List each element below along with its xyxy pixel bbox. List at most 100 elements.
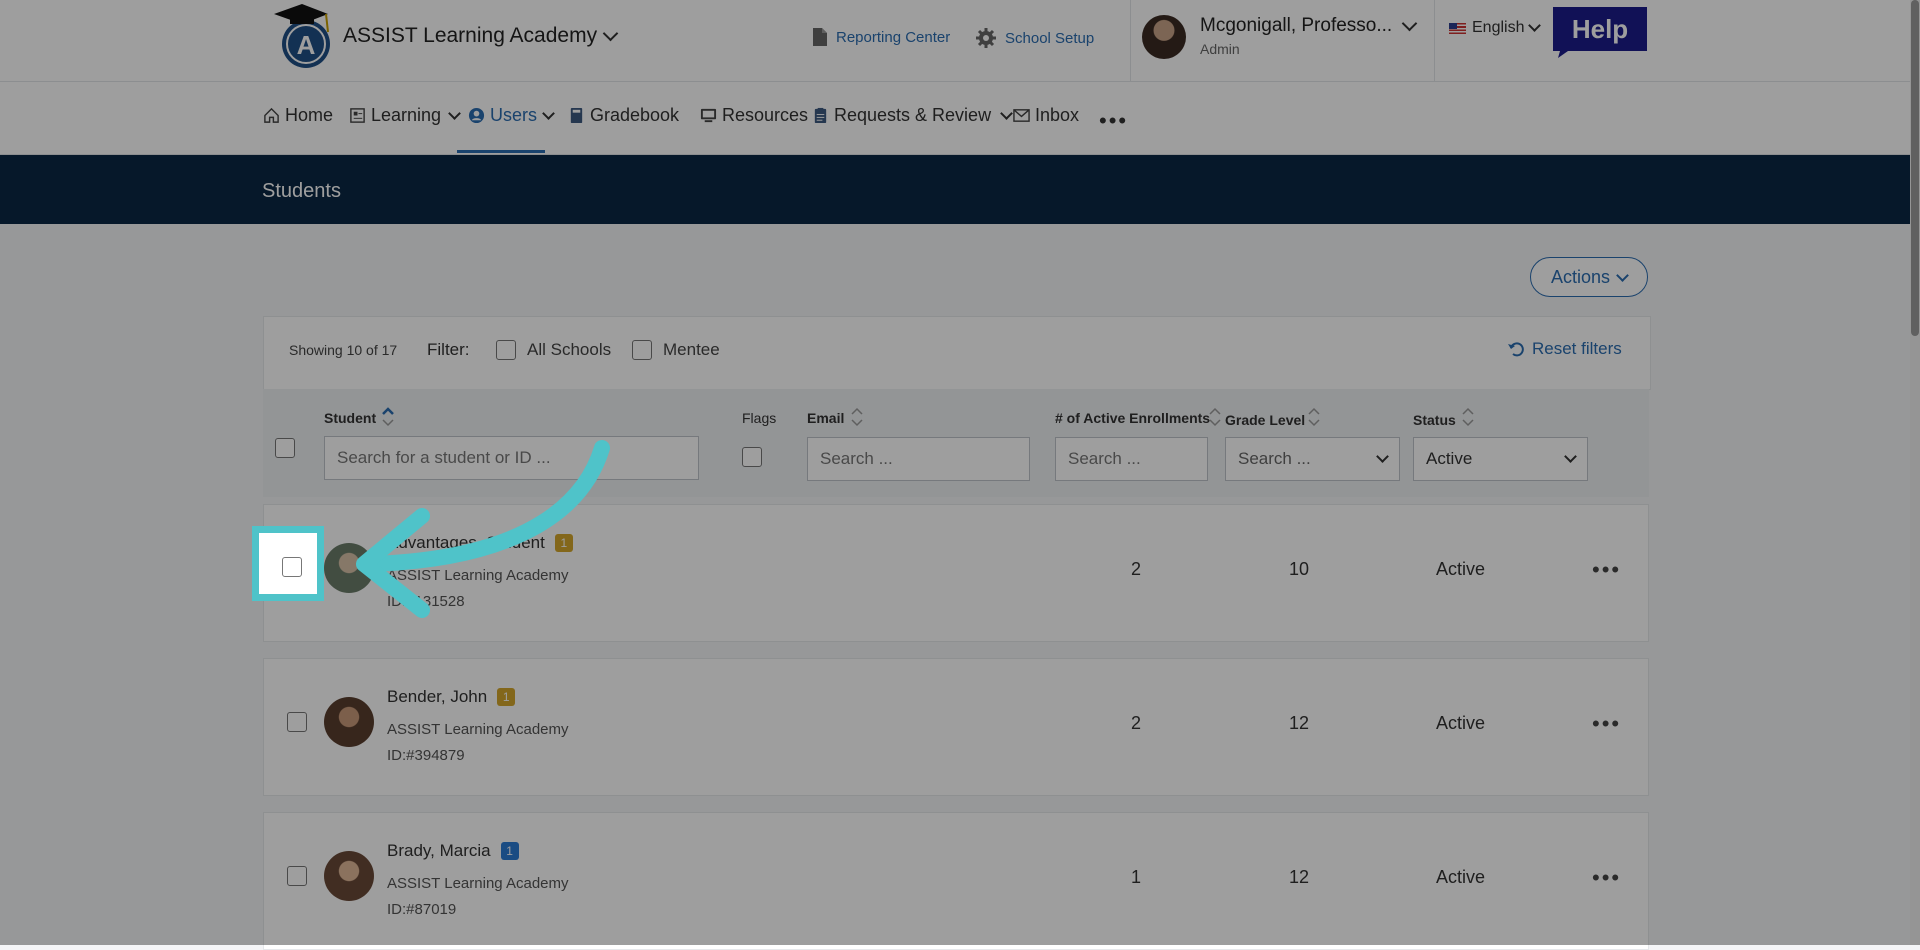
- chevron-down-icon: [448, 106, 461, 120]
- chevron-down-icon: [542, 106, 555, 120]
- mentee-checkbox[interactable]: [632, 340, 652, 360]
- user-avatar[interactable]: [1142, 15, 1186, 59]
- school-switcher[interactable]: ASSIST Learning Academy: [343, 24, 619, 48]
- grade-level: 12: [1289, 867, 1310, 887]
- table-row[interactable]: Brady, Marcia 1 ASSIST Learning Academy …: [263, 812, 1649, 950]
- nav-resources-label: Resources: [722, 105, 809, 125]
- column-header-enrollments[interactable]: # of Active Enrollments: [1055, 410, 1210, 426]
- grade-level-select[interactable]: Search ...: [1225, 437, 1400, 481]
- row-checkbox[interactable]: [282, 557, 302, 577]
- actions-button[interactable]: Actions: [1530, 257, 1648, 297]
- all-schools-checkbox[interactable]: [496, 340, 516, 360]
- nav-users-label: Users: [490, 105, 538, 125]
- row-more-button[interactable]: •••: [1592, 711, 1621, 737]
- row-more-button[interactable]: •••: [1592, 865, 1621, 891]
- highlighted-row-checkbox[interactable]: [252, 526, 324, 601]
- column-header-email[interactable]: Email: [807, 410, 844, 426]
- nav-users[interactable]: Users: [468, 105, 555, 126]
- flags-filter-checkbox[interactable]: [742, 447, 762, 467]
- nav-inbox-label: Inbox: [1035, 105, 1080, 125]
- enrollment-badge: 1: [500, 842, 519, 860]
- student-school: ASSIST Learning Academy: [387, 721, 569, 738]
- sort-icon[interactable]: [1209, 406, 1221, 428]
- actions-label: Actions: [1550, 266, 1611, 287]
- nav-inbox[interactable]: Inbox: [1013, 105, 1079, 126]
- student-school: ASSIST Learning Academy: [387, 875, 569, 892]
- select-all-checkbox[interactable]: [275, 438, 295, 458]
- avatar: [324, 543, 374, 593]
- student-name[interactable]: Advantages, Student 1: [387, 533, 573, 553]
- chevron-down-icon: [602, 25, 619, 41]
- avatar: [324, 697, 374, 747]
- help-button[interactable]: Help: [1550, 5, 1650, 58]
- nav-gradebook[interactable]: Gradebook: [568, 105, 679, 126]
- home-icon: [264, 107, 279, 123]
- chevron-down-icon: [1401, 15, 1418, 31]
- student-name[interactable]: Brady, Marcia 1: [387, 841, 519, 861]
- us-flag-icon: [1449, 22, 1466, 34]
- nav-home[interactable]: Home: [263, 105, 333, 126]
- filter-bar: [263, 316, 1651, 390]
- nav-learning-label: Learning: [371, 105, 442, 125]
- chevron-down-icon: [1564, 450, 1577, 463]
- user-name-label: Mcgonigall, Professo...: [1200, 15, 1393, 36]
- reporting-center-label: Reporting Center: [836, 28, 951, 46]
- nav-more-button[interactable]: •••: [1099, 108, 1128, 134]
- book-icon: [570, 107, 583, 124]
- column-header-status[interactable]: Status: [1413, 412, 1456, 428]
- app-root: A ASSIST Learning Academy Reporting Cent…: [0, 0, 1920, 950]
- column-header-student[interactable]: Student: [324, 410, 376, 426]
- student-name-label: Brady, Marcia: [387, 841, 491, 860]
- status-value: Active: [1436, 867, 1486, 887]
- enrollments-count: 1: [1131, 867, 1142, 887]
- sort-icon[interactable]: [851, 406, 863, 428]
- status-value: Active: [1436, 713, 1486, 733]
- showing-count: Showing 10 of 17: [289, 342, 398, 358]
- avatar: [324, 851, 374, 901]
- student-name[interactable]: Bender, John 1: [387, 687, 516, 707]
- school-logo[interactable]: A: [262, 0, 334, 72]
- sort-icon[interactable]: [382, 406, 394, 428]
- table-row[interactable]: Advantages, Student 1 ASSIST Learning Ac…: [263, 504, 1649, 642]
- status-select-value: Active: [1426, 449, 1473, 468]
- table-row[interactable]: Bender, John 1 ASSIST Learning Academy I…: [263, 658, 1649, 796]
- header-divider: [1434, 0, 1435, 81]
- student-name-label: Bender, John: [387, 687, 488, 706]
- reporting-center-link[interactable]: Reporting Center: [812, 27, 950, 47]
- status-select[interactable]: Active: [1413, 437, 1588, 481]
- column-header-grade[interactable]: Grade Level: [1225, 412, 1305, 428]
- enrollment-badge: 1: [554, 534, 573, 552]
- row-checkbox[interactable]: [287, 712, 307, 732]
- row-more-button[interactable]: •••: [1592, 557, 1621, 583]
- student-search-input[interactable]: [324, 436, 699, 480]
- nav-resources[interactable]: Resources: [700, 105, 808, 126]
- reset-filters-link[interactable]: Reset filters: [1507, 339, 1622, 359]
- nav-gradebook-label: Gradebook: [590, 105, 680, 125]
- nav-requests-review[interactable]: Requests & Review: [812, 105, 1013, 126]
- mail-icon: [1013, 109, 1030, 122]
- row-checkbox[interactable]: [287, 866, 307, 886]
- sort-icon[interactable]: [1462, 406, 1474, 428]
- user-role: Admin: [1200, 41, 1240, 57]
- document-icon: [813, 28, 827, 46]
- user-menu[interactable]: Mcgonigall, Professo...: [1200, 15, 1418, 37]
- school-setup-link[interactable]: School Setup: [975, 27, 1094, 49]
- chevron-down-icon: [1000, 106, 1013, 120]
- student-name-label: Advantages, Student: [387, 533, 545, 552]
- email-search-input[interactable]: [807, 437, 1030, 481]
- nav-home-label: Home: [285, 105, 334, 125]
- sort-icon[interactable]: [1308, 406, 1320, 428]
- mentee-label: Mentee: [663, 340, 720, 359]
- scrollbar-thumb[interactable]: [1911, 0, 1919, 336]
- svg-text:A: A: [297, 30, 316, 60]
- nav-learning[interactable]: Learning: [349, 105, 461, 126]
- language-selector[interactable]: English: [1449, 18, 1542, 37]
- main-nav: Home Learning Users Gradebook Resources …: [0, 82, 1920, 155]
- nav-requests-review-label: Requests & Review: [834, 105, 992, 125]
- gear-icon: [976, 28, 996, 48]
- chevron-down-icon: [1616, 268, 1629, 282]
- grade-level: 10: [1289, 559, 1310, 579]
- enrollments-search-input[interactable]: [1055, 437, 1208, 481]
- user-icon: [468, 107, 485, 124]
- grade-level-select-value: Search ...: [1238, 449, 1311, 468]
